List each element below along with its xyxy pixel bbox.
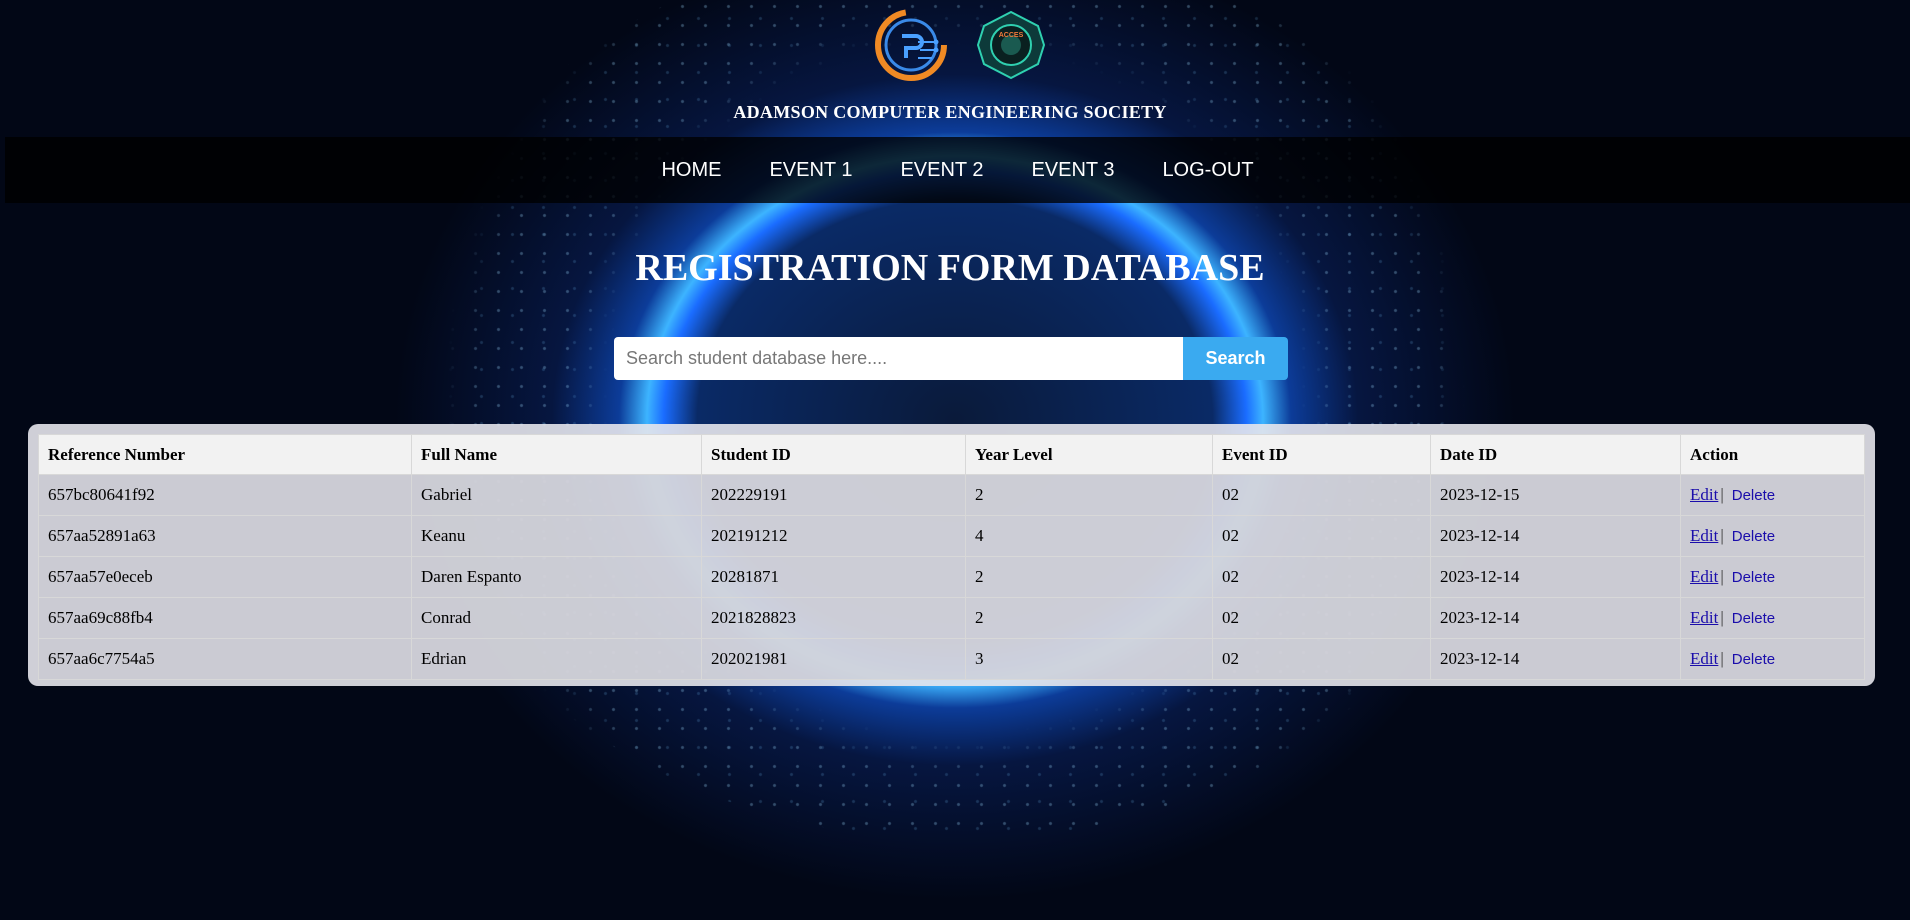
delete-link[interactable]: Delete: [1732, 610, 1775, 627]
nav-event-3[interactable]: EVENT 3: [1007, 159, 1138, 182]
edit-link[interactable]: Edit: [1690, 608, 1718, 627]
header-action: Action: [1680, 434, 1865, 475]
cell-date-id: 2023-12-14: [1430, 556, 1681, 598]
navbar: HOME EVENT 1 EVENT 2 EVENT 3 LOG-OUT: [5, 137, 1910, 203]
cell-reference-number: 657aa6c7754a5: [38, 638, 412, 680]
cell-year-level: 3: [965, 638, 1213, 680]
header-event-id: Event ID: [1212, 434, 1431, 475]
cell-event-id: 02: [1212, 638, 1431, 680]
cell-event-id: 02: [1212, 597, 1431, 639]
cell-student-id: 2021828823: [701, 597, 966, 639]
search-button[interactable]: Search: [1183, 337, 1288, 380]
table-row: 657aa52891a63 Keanu 202191212 4 02 2023-…: [38, 515, 1865, 557]
cell-reference-number: 657bc80641f92: [38, 474, 412, 516]
org-name: ADAMSON COMPUTER ENGINEERING SOCIETY: [733, 102, 1167, 122]
cell-student-id: 20281871: [701, 556, 966, 598]
cell-date-id: 2023-12-14: [1430, 597, 1681, 639]
nav-event-2[interactable]: EVENT 2: [876, 159, 1007, 182]
cell-full-name: Conrad: [411, 597, 702, 639]
action-separator: |: [1720, 649, 1724, 668]
background-orb: [395, 0, 1515, 840]
registration-table: Reference Number Full Name Student ID Ye…: [38, 434, 1865, 680]
table-row: 657aa6c7754a5 Edrian 202021981 3 02 2023…: [38, 638, 1865, 680]
cell-date-id: 2023-12-15: [1430, 474, 1681, 516]
cell-full-name: Daren Espanto: [411, 556, 702, 598]
header-student-id: Student ID: [701, 434, 966, 475]
cell-student-id: 202229191: [701, 474, 966, 516]
cell-action: Edit | Delete: [1680, 597, 1865, 639]
nav-home[interactable]: HOME: [637, 159, 745, 182]
delete-link[interactable]: Delete: [1732, 528, 1775, 545]
header-date-id: Date ID: [1430, 434, 1681, 475]
cell-event-id: 02: [1212, 556, 1431, 598]
action-separator: |: [1720, 485, 1724, 504]
cell-action: Edit | Delete: [1680, 474, 1865, 516]
action-separator: |: [1720, 608, 1724, 627]
cell-student-id: 202021981: [701, 638, 966, 680]
search-bar: Search: [614, 337, 1288, 380]
cell-reference-number: 657aa69c88fb4: [38, 597, 412, 639]
cell-year-level: 2: [965, 556, 1213, 598]
table-row: 657aa69c88fb4 Conrad 2021828823 2 02 202…: [38, 597, 1865, 639]
cell-event-id: 02: [1212, 474, 1431, 516]
nav-log-out[interactable]: LOG-OUT: [1138, 159, 1277, 182]
header-full-name: Full Name: [411, 434, 702, 475]
delete-link[interactable]: Delete: [1732, 487, 1775, 504]
cell-action: Edit | Delete: [1680, 556, 1865, 598]
cell-event-id: 02: [1212, 515, 1431, 557]
action-separator: |: [1720, 526, 1724, 545]
seal-text: ACCES: [999, 32, 1024, 39]
edit-link[interactable]: Edit: [1690, 526, 1718, 545]
cpe-logo: [875, 9, 947, 81]
aces-seal: ACCES: [976, 10, 1046, 80]
edit-link[interactable]: Edit: [1690, 567, 1718, 586]
cell-year-level: 4: [965, 515, 1213, 557]
action-separator: |: [1720, 567, 1724, 586]
cell-reference-number: 657aa57e0eceb: [38, 556, 412, 598]
page-title: REGISTRATION FORM DATABASE: [635, 247, 1265, 289]
cell-year-level: 2: [965, 474, 1213, 516]
header-year-level: Year Level: [965, 434, 1213, 475]
nav-event-1[interactable]: EVENT 1: [745, 159, 876, 182]
cell-full-name: Gabriel: [411, 474, 702, 516]
table-body: 657bc80641f92 Gabriel 202229191 2 02 202…: [38, 474, 1865, 680]
cell-year-level: 2: [965, 597, 1213, 639]
delete-link[interactable]: Delete: [1732, 651, 1775, 668]
edit-link[interactable]: Edit: [1690, 485, 1718, 504]
cell-date-id: 2023-12-14: [1430, 638, 1681, 680]
cell-action: Edit | Delete: [1680, 515, 1865, 557]
cell-full-name: Keanu: [411, 515, 702, 557]
cell-reference-number: 657aa52891a63: [38, 515, 412, 557]
edit-link[interactable]: Edit: [1690, 649, 1718, 668]
header-reference-number: Reference Number: [38, 434, 412, 475]
search-input[interactable]: [614, 337, 1183, 380]
table-header-row: Reference Number Full Name Student ID Ye…: [38, 434, 1865, 475]
cell-action: Edit | Delete: [1680, 638, 1865, 680]
cell-student-id: 202191212: [701, 515, 966, 557]
table-panel: Reference Number Full Name Student ID Ye…: [28, 424, 1875, 686]
logo-row: ACCES: [0, 6, 1910, 84]
table-row: 657aa57e0eceb Daren Espanto 20281871 2 0…: [38, 556, 1865, 598]
delete-link[interactable]: Delete: [1732, 569, 1775, 586]
cell-date-id: 2023-12-14: [1430, 515, 1681, 557]
table-row: 657bc80641f92 Gabriel 202229191 2 02 202…: [38, 474, 1865, 516]
cell-full-name: Edrian: [411, 638, 702, 680]
